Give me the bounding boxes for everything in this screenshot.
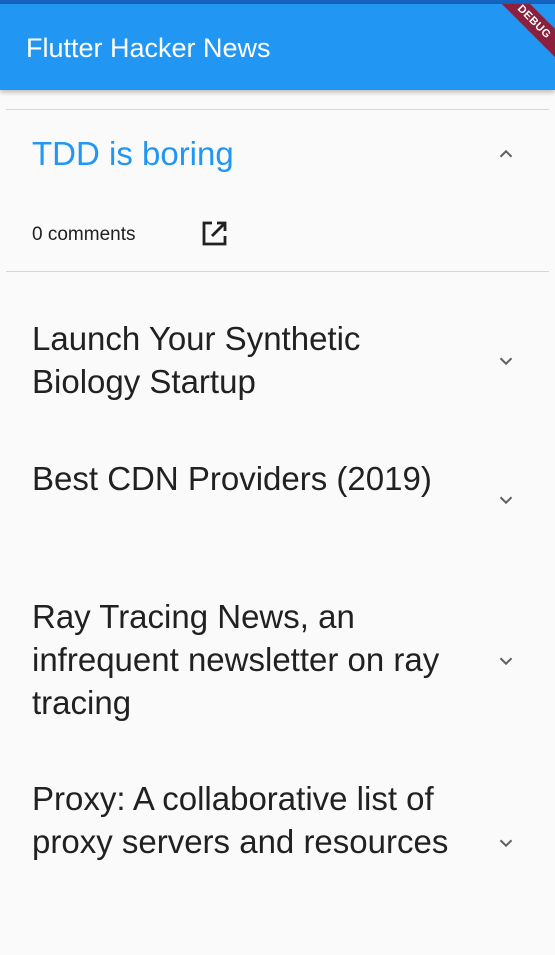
- story-title[interactable]: Launch Your Synthetic Biology Startup: [32, 317, 462, 403]
- chevron-down-icon[interactable]: [495, 350, 517, 372]
- story-title[interactable]: Ray Tracing News, an infrequent newslett…: [32, 595, 462, 724]
- chevron-up-icon[interactable]: [495, 143, 517, 165]
- open-in-new-icon[interactable]: [198, 218, 230, 250]
- story-tile[interactable]: Proxy: A collaborative list of proxy ser…: [0, 734, 555, 916]
- story-tile[interactable]: Launch Your Synthetic Biology Startup: [0, 272, 555, 412]
- app-bar: Flutter Hacker News DEBUG: [0, 4, 555, 90]
- chevron-down-icon[interactable]: [495, 650, 517, 672]
- chevron-down-icon[interactable]: [495, 832, 517, 854]
- story-tile[interactable]: Ray Tracing News, an infrequent newslett…: [0, 552, 555, 734]
- debug-banner: DEBUG: [480, 4, 555, 76]
- story-tile[interactable]: Best CDN Providers (2019): [0, 412, 555, 552]
- story-title[interactable]: Best CDN Providers (2019): [32, 457, 462, 500]
- story-title[interactable]: TDD is boring: [32, 132, 462, 175]
- story-title[interactable]: Proxy: A collaborative list of proxy ser…: [32, 777, 462, 863]
- app-title: Flutter Hacker News: [26, 33, 271, 63]
- chevron-down-icon[interactable]: [495, 489, 517, 511]
- comments-count[interactable]: 0 comments: [32, 222, 135, 248]
